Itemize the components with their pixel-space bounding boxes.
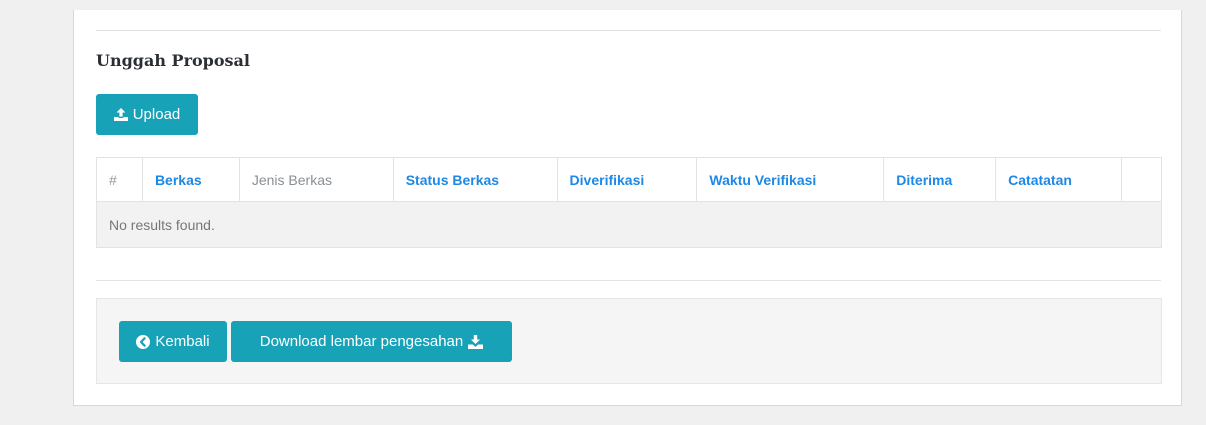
column-header-jenis-berkas: Jenis Berkas [238,157,394,202]
column-header-berkas[interactable]: Berkas [141,157,240,202]
column-header-waktu-verifikasi[interactable]: Waktu Verifikasi [696,157,885,202]
download-button-label: Download lembar pengesahan [259,333,464,350]
table-row-empty: No results found. [96,201,1162,248]
form-actions: Kembali Download lembar pengesahan [96,298,1162,384]
table-header-row: # Berkas Jenis Berkas Status Berkas Dive… [96,157,1162,202]
upload-button[interactable]: Upload [96,94,198,135]
column-header-index: # [96,157,143,202]
download-icon [468,334,484,349]
content-panel: Unggah Proposal Upload # Berkas Jenis Be… [73,10,1182,406]
column-header-diterima[interactable]: Diterima [883,157,997,202]
divider-middle [96,280,1161,281]
column-header-status-berkas[interactable]: Status Berkas [392,157,558,202]
column-header-diverifikasi[interactable]: Diverifikasi [556,157,698,202]
arrow-circle-left-icon [136,334,151,349]
download-approval-sheet-button[interactable]: Download lembar pengesahan [231,321,512,362]
upload-button-label: Upload [132,106,181,123]
empty-message: No results found. [96,201,1162,248]
upload-icon [113,108,128,121]
section-title: Unggah Proposal [96,51,250,70]
divider-top [96,30,1161,31]
proposal-files-table: # Berkas Jenis Berkas Status Berkas Dive… [96,157,1162,248]
back-button[interactable]: Kembali [119,321,227,362]
column-header-actions [1121,157,1162,202]
column-header-catatatan[interactable]: Catatatan [995,157,1123,202]
back-button-label: Kembali [155,333,210,350]
